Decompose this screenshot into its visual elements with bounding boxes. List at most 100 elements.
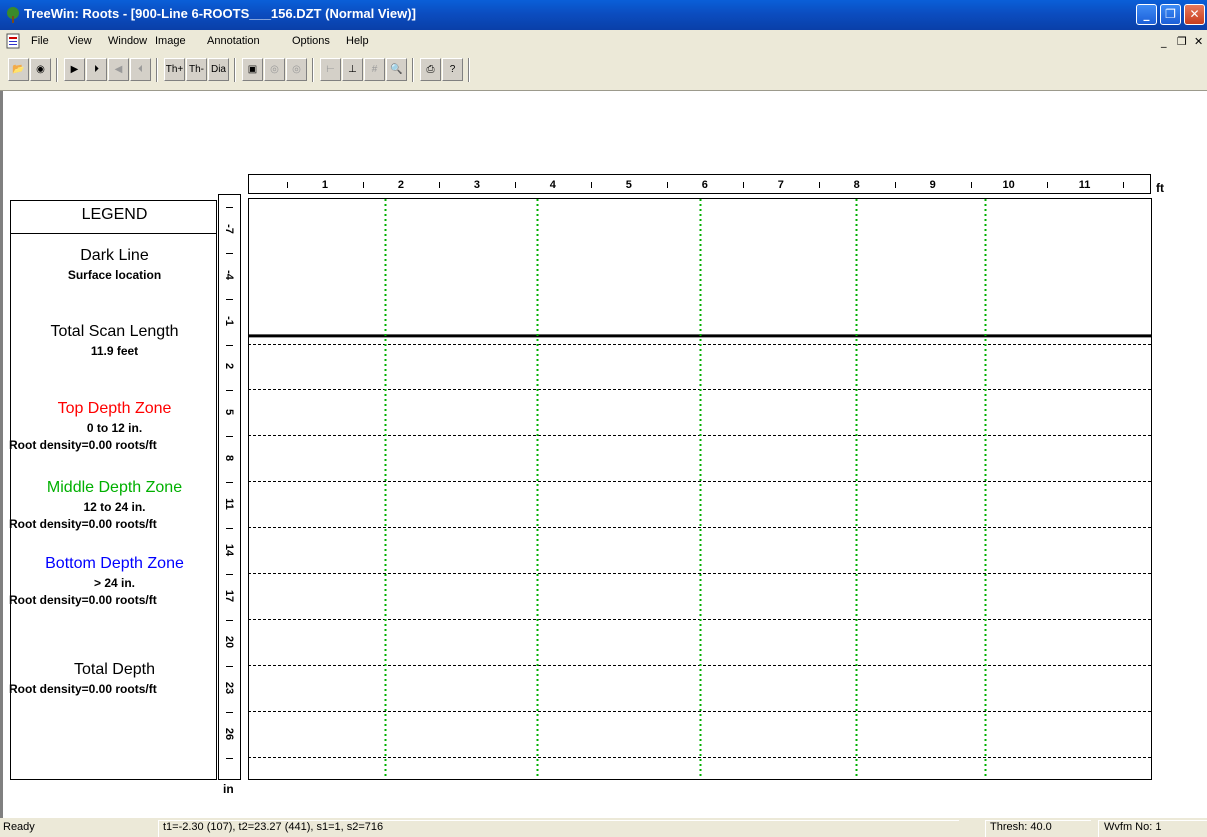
play-button[interactable]: ▶ (64, 58, 85, 81)
x-tick-label: 8 (853, 179, 860, 191)
help-icon: ? (449, 64, 456, 75)
menu-file[interactable]: File (31, 35, 49, 47)
globe-button[interactable]: ◉ (30, 58, 51, 81)
tree-app-icon[interactable] (4, 6, 22, 24)
y-tick (226, 528, 233, 530)
x-tick (514, 182, 516, 188)
status-threshold: Thresh: 40.0 (990, 821, 1052, 833)
x-tick (1122, 182, 1124, 188)
scan-length-value: 11.9 feet (90, 344, 139, 358)
menu-bar: File View Window Image Annotation Option… (0, 30, 1207, 52)
threshold-up-button[interactable]: Th+ (164, 58, 185, 81)
x-tick-label: 5 (625, 179, 632, 191)
x-tick (818, 182, 820, 188)
x-tick-label: 10 (1002, 179, 1015, 191)
close-button[interactable]: ✕ (1184, 4, 1205, 25)
rewind-button[interactable]: ◀ (108, 58, 129, 81)
menu-view[interactable]: View (68, 35, 92, 47)
scan-length-title: Total Scan Length (50, 323, 179, 340)
zoom-button[interactable]: 🔍 (386, 58, 407, 81)
scale-icon: ⊥ (348, 64, 357, 75)
title-bar[interactable]: TreeWin: Roots - [900-Line 6-ROOTS___156… (0, 0, 1207, 30)
y-tick-label: 23 (223, 681, 235, 695)
magnifier-icon: 🔍 (390, 64, 403, 75)
x-tick (666, 182, 668, 188)
image-icon: ▣ (247, 64, 258, 75)
scale-button[interactable]: ⊥ (342, 58, 363, 81)
y-tick-label: -4 (223, 269, 235, 280)
y-tick-label: 5 (223, 409, 235, 416)
mdi-minimize-button[interactable]: _ (1161, 35, 1167, 48)
toolbar-separator (56, 58, 58, 82)
y-tick (226, 712, 233, 714)
status-waveform: Wvfm No: 1 (1104, 821, 1162, 833)
y-tick (226, 666, 233, 668)
step-forward-icon: ⏵ (94, 64, 99, 75)
minimize-button[interactable]: _ (1136, 4, 1157, 25)
threshold-down-button[interactable]: Th- (186, 58, 207, 81)
x-tick (894, 182, 896, 188)
window-title: TreeWin: Roots - [900-Line 6-ROOTS___156… (24, 6, 416, 21)
open-folder-button[interactable]: 📂 (8, 58, 29, 81)
document-icon[interactable] (5, 33, 21, 49)
step-forward-button[interactable]: ⏵ (86, 58, 107, 81)
y-tick (226, 482, 233, 484)
depth-unit-label: in (223, 782, 234, 796)
x-tick (590, 182, 592, 188)
y-tick-label: -7 (223, 223, 235, 234)
print-button[interactable]: ⎙ (420, 58, 441, 81)
y-tick (226, 620, 233, 622)
ring-button[interactable]: ◎ (286, 58, 307, 81)
x-tick (1046, 182, 1048, 188)
x-tick-label: 2 (397, 179, 404, 191)
y-tick-label: 8 (223, 455, 235, 462)
menu-help[interactable]: Help (346, 35, 369, 47)
distance-ruler: 1 2 3 4 5 6 7 8 9 10 11 (248, 174, 1151, 194)
menu-options[interactable]: Options (292, 35, 330, 47)
radar-plot[interactable] (248, 198, 1152, 780)
x-tick-label: 4 (549, 179, 556, 191)
status-readout: t1=-2.30 (107), t2=23.27 (441), s1=1, s2… (163, 821, 384, 833)
x-tick (362, 182, 364, 188)
help-button[interactable]: ? (442, 58, 463, 81)
axes-button[interactable]: ⊢ (320, 58, 341, 81)
top-zone-range: 0 to 12 in. (86, 421, 143, 435)
maximize-button[interactable]: ❐ (1160, 4, 1181, 25)
y-tick-label: -1 (223, 315, 235, 326)
y-tick (226, 298, 233, 300)
total-depth-density: Root density=0.00 roots/ft (9, 682, 157, 696)
image-button[interactable]: ▣ (242, 58, 263, 81)
x-tick (970, 182, 972, 188)
mdi-restore-button[interactable]: ❐ (1177, 35, 1187, 48)
x-tick (742, 182, 744, 188)
y-tick (226, 574, 233, 576)
middle-zone-range: 12 to 24 in. (83, 500, 146, 514)
status-bar: Ready t1=-2.30 (107), t2=23.27 (441), s1… (0, 818, 1207, 837)
y-tick-label: 2 (223, 363, 235, 370)
middle-zone-density: Root density=0.00 roots/ft (9, 517, 157, 531)
middle-zone-title: Middle Depth Zone (46, 479, 183, 496)
depth-ruler: -7 -4 -1 2 5 8 11 14 17 20 23 26 (218, 194, 241, 780)
menu-image[interactable]: Image (155, 35, 186, 47)
menu-window[interactable]: Window (108, 35, 147, 47)
y-tick (226, 344, 233, 346)
mdi-close-button[interactable]: ✕ (1194, 35, 1203, 48)
total-depth-title: Total Depth (74, 661, 155, 678)
y-tick (226, 390, 233, 392)
top-zone-density: Root density=0.00 roots/ft (9, 438, 157, 452)
dark-line-title: Dark Line (80, 247, 149, 264)
grid-button[interactable]: # (364, 58, 385, 81)
toolbar: 📂 ◉ ▶ ⏵ ◀ ⏴ Th+ Th- Dia ▣ ◎ ◎ ⊢ ⊥ # 🔍 ⎙ … (0, 52, 1207, 91)
x-tick-label: 9 (929, 179, 936, 191)
grid-icon: # (371, 64, 378, 75)
menu-annotation[interactable]: Annotation (207, 35, 260, 47)
diameter-button[interactable]: Dia (208, 58, 229, 81)
toolbar-separator (234, 58, 236, 82)
globe-icon: ◉ (36, 64, 45, 75)
y-tick (226, 436, 233, 438)
y-tick (226, 758, 233, 760)
target-button[interactable]: ◎ (264, 58, 285, 81)
y-tick-label: 17 (223, 590, 235, 603)
bottom-zone-title: Bottom Depth Zone (45, 555, 184, 572)
step-back-button[interactable]: ⏴ (130, 58, 151, 81)
